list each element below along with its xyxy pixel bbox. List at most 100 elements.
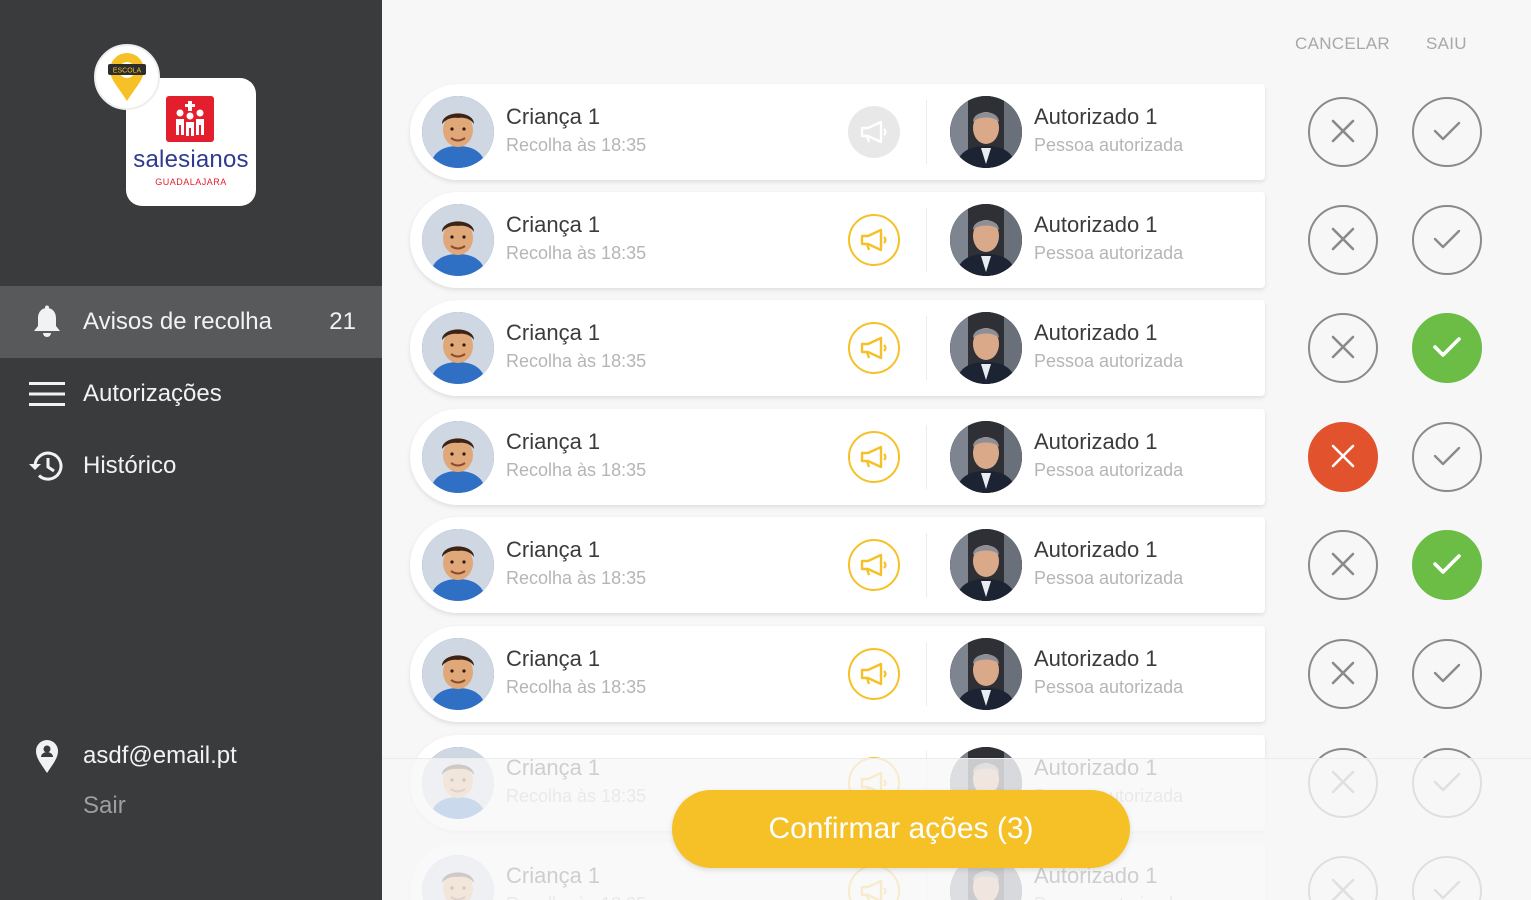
school-logo: salesianos GUADALAJARA ESCOLA [94, 44, 264, 214]
left-column-header: SAIU [1426, 34, 1467, 53]
brand-subtitle: GUADALAJARA [155, 177, 227, 187]
pickup-time: Recolha às 18:35 [506, 460, 647, 480]
check-icon [1432, 335, 1462, 362]
authorized-avatar [950, 529, 1022, 601]
child-name: Criança 1 [506, 320, 601, 345]
authorized-role: Pessoa autorizada [1034, 460, 1184, 480]
child-avatar [422, 529, 494, 601]
card-divider [926, 100, 927, 164]
sidebar-item-historico[interactable]: Histórico [0, 430, 382, 502]
child-name: Criança 1 [506, 537, 601, 562]
brand-name: salesianos [133, 146, 249, 173]
child-name: Criança 1 [506, 104, 601, 129]
pickup-time: Recolha às 18:35 [506, 135, 647, 155]
cancel-pickup-button[interactable] [1308, 530, 1378, 600]
notification-count-badge: 21 [329, 308, 356, 335]
cancel-pickup-button[interactable] [1308, 639, 1378, 709]
mark-left-button[interactable] [1412, 97, 1482, 167]
megaphone-icon[interactable] [848, 106, 900, 158]
svg-text:ESCOLA: ESCOLA [113, 68, 142, 75]
authorized-role: Pessoa autorizada [1034, 243, 1184, 263]
child-avatar [422, 312, 494, 384]
pickup-time: Recolha às 18:35 [506, 677, 647, 697]
authorized-name: Autorizado 1 [1034, 429, 1158, 454]
pickup-card: Criança 1 Recolha às 18:35 Autorizado 1 … [410, 409, 1265, 505]
history-icon [27, 446, 67, 486]
authorized-avatar [950, 96, 1022, 168]
child-avatar [422, 421, 494, 493]
cancel-pickup-button[interactable] [1308, 97, 1378, 167]
cancel-pickup-button[interactable] [1308, 422, 1378, 492]
check-icon [1432, 227, 1462, 254]
pickup-card: Criança 1 Recolha às 18:35 Autorizado 1 … [410, 300, 1265, 396]
sidebar-item-label: Autorizações [83, 380, 222, 407]
mark-left-button[interactable] [1412, 530, 1482, 600]
card-divider [926, 642, 927, 706]
megaphone-icon[interactable] [848, 214, 900, 266]
child-avatar [422, 204, 494, 276]
account-section: asdf@email.pt Sair [0, 728, 382, 820]
megaphone-icon[interactable] [848, 539, 900, 591]
pickup-row: Criança 1 Recolha às 18:35 Autorizado 1 … [382, 192, 1531, 288]
pickup-row: Criança 1 Recolha às 18:35 Autorizado 1 … [382, 409, 1531, 505]
check-icon [1432, 661, 1462, 688]
mark-left-button[interactable] [1412, 205, 1482, 275]
account-email-row: asdf@email.pt [0, 728, 382, 784]
authorized-role: Pessoa autorizada [1034, 677, 1184, 697]
salesianos-emblem-icon [166, 96, 214, 142]
pickup-card: Criança 1 Recolha às 18:35 Autorizado 1 … [410, 192, 1265, 288]
pickup-row: Criança 1 Recolha às 18:35 Autorizado 1 … [382, 300, 1531, 396]
mark-left-button[interactable] [1412, 313, 1482, 383]
authorized-avatar [950, 204, 1022, 276]
logout-link[interactable]: Sair [83, 792, 382, 820]
card-divider [926, 316, 927, 380]
authorized-avatar [950, 638, 1022, 710]
sidebar-nav: Avisos de recolha 21 Autorizações Histór… [0, 286, 382, 502]
bell-icon [27, 302, 67, 342]
pickup-time: Recolha às 18:35 [506, 351, 647, 371]
sidebar-item-avisos[interactable]: Avisos de recolha 21 [0, 286, 382, 358]
pickup-card: Criança 1 Recolha às 18:35 Autorizado 1 … [410, 84, 1265, 180]
account-email: asdf@email.pt [83, 742, 237, 769]
sidebar-item-label: Histórico [83, 452, 177, 479]
cancel-column-header: CANCELAR [1295, 34, 1390, 53]
pickup-row: Criança 1 Recolha às 18:35 Autorizado 1 … [382, 84, 1531, 180]
card-divider [926, 533, 927, 597]
child-avatar [422, 96, 494, 168]
child-name: Criança 1 [506, 429, 601, 454]
authorized-role: Pessoa autorizada [1034, 135, 1184, 155]
megaphone-icon[interactable] [848, 648, 900, 700]
authorized-name: Autorizado 1 [1034, 537, 1158, 562]
authorized-role: Pessoa autorizada [1034, 568, 1184, 588]
authorized-role: Pessoa autorizada [1034, 351, 1184, 371]
child-avatar [422, 638, 494, 710]
authorized-name: Autorizado 1 [1034, 646, 1158, 671]
authorized-avatar [950, 421, 1022, 493]
sidebar-item-autorizacoes[interactable]: Autorizações [0, 358, 382, 430]
cancel-pickup-button[interactable] [1308, 205, 1378, 275]
main-content: CANCELAR SAIU Criança 1 Recolha às 18:35… [382, 0, 1531, 900]
check-icon [1432, 119, 1462, 146]
sidebar: salesianos GUADALAJARA ESCOLA Avisos de … [0, 0, 382, 900]
close-icon [1330, 226, 1356, 255]
card-divider [926, 208, 927, 272]
child-name: Criança 1 [506, 646, 601, 671]
cancel-pickup-button[interactable] [1308, 313, 1378, 383]
authorized-avatar [950, 312, 1022, 384]
authorized-name: Autorizado 1 [1034, 104, 1158, 129]
pickup-row: Criança 1 Recolha às 18:35 Autorizado 1 … [382, 626, 1531, 722]
pickup-time: Recolha às 18:35 [506, 243, 647, 263]
mark-left-button[interactable] [1412, 422, 1482, 492]
pickup-time: Recolha às 18:35 [506, 568, 647, 588]
location-pin-icon [27, 736, 67, 776]
card-divider [926, 425, 927, 489]
mark-left-button[interactable] [1412, 639, 1482, 709]
confirm-actions-button[interactable]: Confirmar ações (3) [672, 790, 1130, 868]
check-icon [1432, 444, 1462, 471]
megaphone-icon[interactable] [848, 431, 900, 483]
pin-badge-icon: ESCOLA [94, 44, 160, 110]
list-icon [27, 374, 67, 414]
authorized-name: Autorizado 1 [1034, 212, 1158, 237]
megaphone-icon[interactable] [848, 322, 900, 374]
check-icon [1432, 552, 1462, 579]
